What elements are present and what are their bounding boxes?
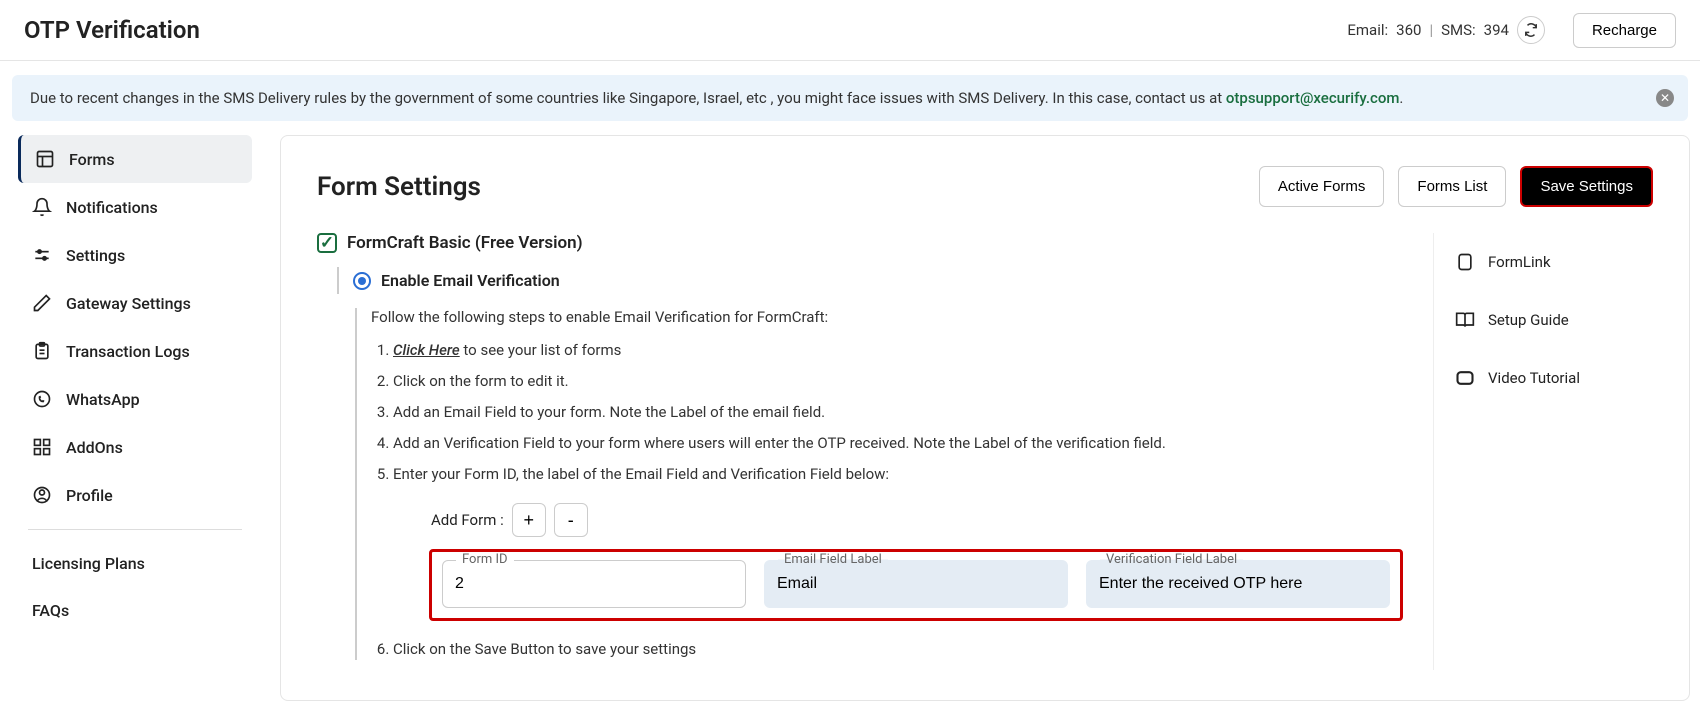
form-fields-box: Form ID Email Field Label Verification F… bbox=[429, 549, 1403, 621]
topbar-right: Email: 360 | SMS: 394 Recharge bbox=[1335, 10, 1676, 50]
verification-label-group: Verification Field Label bbox=[1086, 560, 1390, 608]
step-2: Click on the form to edit it. bbox=[393, 371, 1403, 392]
right-link-label: Video Tutorial bbox=[1488, 369, 1580, 387]
email-label: Email: bbox=[1347, 21, 1388, 39]
radio-enable-email[interactable]: Enable Email Verification bbox=[337, 267, 1403, 294]
topbar: OTP Verification Email: 360 | SMS: 394 Re… bbox=[0, 0, 1700, 61]
sidebar-label: Forms bbox=[69, 150, 115, 169]
steps-list: Click Here to see your list of forms Cli… bbox=[393, 340, 1403, 485]
forms-list-button[interactable]: Forms List bbox=[1398, 166, 1506, 207]
main-actions: Active Forms Forms List Save Settings bbox=[1259, 166, 1653, 207]
checkbox-icon[interactable]: ✓ bbox=[317, 233, 337, 253]
save-settings-button[interactable]: Save Settings bbox=[1520, 166, 1653, 207]
add-form-label: Add Form : bbox=[431, 511, 504, 529]
sidebar-item-addons[interactable]: AddOns bbox=[18, 423, 252, 471]
verification-field-input[interactable] bbox=[1086, 560, 1390, 608]
sidebar-item-notifications[interactable]: Notifications bbox=[18, 183, 252, 231]
video-tutorial-link[interactable]: Video Tutorial bbox=[1454, 349, 1653, 407]
sidebar-label: Notifications bbox=[66, 198, 158, 217]
right-link-label: FormLink bbox=[1488, 253, 1551, 271]
alert-text: Due to recent changes in the SMS Deliver… bbox=[30, 89, 1226, 107]
sidebar-divider bbox=[28, 529, 242, 530]
sms-label: SMS: bbox=[1441, 21, 1476, 39]
steps-intro: Follow the following steps to enable Ema… bbox=[371, 308, 1403, 326]
forms-icon bbox=[35, 149, 55, 169]
support-email-link[interactable]: otpsupport@xecurify.com bbox=[1226, 89, 1400, 107]
form-id-group: Form ID bbox=[442, 560, 746, 608]
clipboard-icon bbox=[32, 341, 52, 361]
separator: | bbox=[1429, 21, 1433, 39]
main-panel: Form Settings Active Forms Forms List Sa… bbox=[280, 135, 1690, 701]
radio-label: Enable Email Verification bbox=[381, 271, 560, 290]
close-icon[interactable]: ✕ bbox=[1656, 89, 1674, 107]
step-1: Click Here to see your list of forms bbox=[393, 340, 1403, 361]
pen-icon bbox=[32, 293, 52, 313]
step-3: Add an Email Field to your form. Note th… bbox=[393, 402, 1403, 423]
recharge-button[interactable]: Recharge bbox=[1573, 13, 1676, 48]
sidebar-licensing[interactable]: Licensing Plans bbox=[18, 540, 252, 587]
sliders-icon bbox=[32, 245, 52, 265]
whatsapp-icon bbox=[32, 389, 52, 409]
steps-block: Follow the following steps to enable Ema… bbox=[355, 308, 1403, 660]
step-5: Enter your Form ID, the label of the Ema… bbox=[393, 464, 1403, 485]
refresh-icon[interactable] bbox=[1517, 16, 1545, 44]
sidebar: Forms Notifications Settings Gateway Set… bbox=[10, 135, 260, 701]
click-here-link[interactable]: Click Here bbox=[393, 341, 460, 359]
right-link-label: Setup Guide bbox=[1488, 311, 1569, 329]
steps-list-cont: Click on the Save Button to save your se… bbox=[393, 639, 1403, 660]
sidebar-item-settings[interactable]: Settings bbox=[18, 231, 252, 279]
user-icon bbox=[32, 485, 52, 505]
sidebar-item-transaction-logs[interactable]: Transaction Logs bbox=[18, 327, 252, 375]
bell-icon bbox=[32, 197, 52, 217]
add-form-row: Add Form : + - bbox=[431, 503, 1403, 537]
sidebar-item-gateway-settings[interactable]: Gateway Settings bbox=[18, 279, 252, 327]
alert-text-after: . bbox=[1399, 89, 1403, 107]
sidebar-faqs[interactable]: FAQs bbox=[18, 587, 252, 634]
form-id-input[interactable] bbox=[442, 560, 746, 608]
step-1-rest: to see your list of forms bbox=[460, 341, 622, 359]
main-header: Form Settings Active Forms Forms List Sa… bbox=[317, 166, 1653, 207]
formlink-link[interactable]: FormLink bbox=[1454, 233, 1653, 291]
content-right: FormLink Setup Guide Video Tutorial bbox=[1433, 233, 1653, 670]
content-row: ✓ FormCraft Basic (Free Version) Enable … bbox=[317, 233, 1653, 670]
verification-field-label: Verification Field Label bbox=[1100, 552, 1243, 567]
sms-alert: Due to recent changes in the SMS Deliver… bbox=[12, 75, 1688, 121]
content-left: ✓ FormCraft Basic (Free Version) Enable … bbox=[317, 233, 1403, 670]
email-label-group: Email Field Label bbox=[764, 560, 1068, 608]
add-form-minus-button[interactable]: - bbox=[554, 503, 588, 537]
link-icon bbox=[1454, 251, 1476, 273]
book-icon bbox=[1454, 309, 1476, 331]
grid-icon bbox=[32, 437, 52, 457]
step-4: Add an Verification Field to your form w… bbox=[393, 433, 1403, 454]
sidebar-label: AddOns bbox=[66, 438, 123, 457]
sidebar-item-whatsapp[interactable]: WhatsApp bbox=[18, 375, 252, 423]
sidebar-label: Settings bbox=[66, 246, 125, 265]
page-title: OTP Verification bbox=[24, 16, 200, 44]
email-field-input[interactable] bbox=[764, 560, 1068, 608]
radio-icon[interactable] bbox=[353, 272, 371, 290]
main-title: Form Settings bbox=[317, 172, 481, 202]
email-count: 360 bbox=[1396, 21, 1421, 39]
sidebar-label: WhatsApp bbox=[66, 390, 140, 409]
sidebar-item-forms[interactable]: Forms bbox=[18, 135, 252, 183]
step-6: Click on the Save Button to save your se… bbox=[393, 639, 1403, 660]
form-id-label: Form ID bbox=[456, 552, 514, 567]
active-forms-button[interactable]: Active Forms bbox=[1259, 166, 1385, 207]
sidebar-label: Gateway Settings bbox=[66, 294, 191, 313]
sidebar-label: Profile bbox=[66, 486, 113, 505]
sidebar-label: Transaction Logs bbox=[66, 342, 190, 361]
credits-display: Email: 360 | SMS: 394 bbox=[1335, 10, 1557, 50]
add-form-plus-button[interactable]: + bbox=[512, 503, 546, 537]
sms-count: 394 bbox=[1484, 21, 1509, 39]
section-formcraft[interactable]: ✓ FormCraft Basic (Free Version) bbox=[317, 233, 1403, 253]
video-icon bbox=[1454, 367, 1476, 389]
layout: Forms Notifications Settings Gateway Set… bbox=[0, 135, 1700, 721]
sidebar-item-profile[interactable]: Profile bbox=[18, 471, 252, 519]
section-label: FormCraft Basic (Free Version) bbox=[347, 233, 583, 253]
email-field-label: Email Field Label bbox=[778, 552, 888, 567]
setup-guide-link[interactable]: Setup Guide bbox=[1454, 291, 1653, 349]
